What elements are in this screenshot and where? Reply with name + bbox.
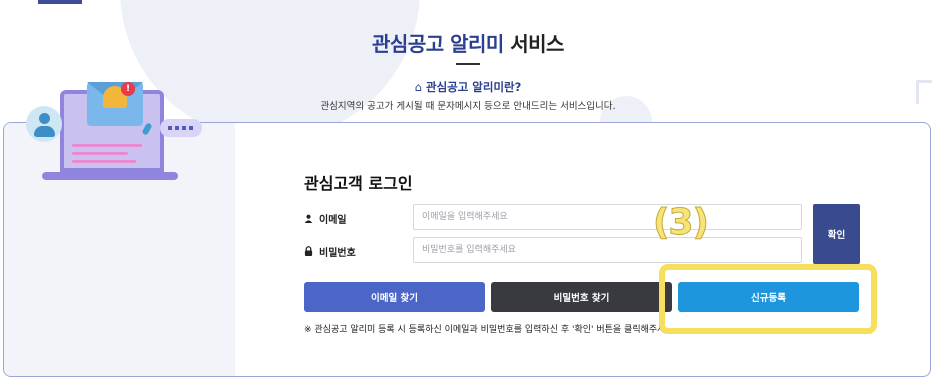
- user-avatar-icon: [26, 106, 62, 142]
- find-password-button[interactable]: 비밀번호 찾기: [491, 282, 672, 312]
- confirm-button[interactable]: 확인: [813, 204, 860, 264]
- alert-badge: !: [121, 82, 135, 96]
- email-input[interactable]: [413, 204, 802, 230]
- find-email-button[interactable]: 이메일 찾기: [304, 282, 485, 312]
- annotation-step-label: (3): [653, 202, 710, 244]
- background-tab-decoration: [38, 0, 82, 4]
- typing-dots: [168, 126, 196, 130]
- home-icon: ⌂: [414, 80, 422, 94]
- screen-line: [72, 152, 128, 155]
- annotation-highlight-box: [659, 264, 877, 334]
- avatar-body: [34, 126, 55, 137]
- laptop-base-illustration: [42, 172, 178, 180]
- chat-bubble-icon: [160, 119, 202, 137]
- password-input[interactable]: [413, 237, 802, 263]
- person-icon: [304, 214, 314, 226]
- email-label: 이메일: [304, 211, 347, 226]
- avatar-head: [39, 113, 50, 124]
- screen-line: [72, 160, 136, 163]
- screen-line: [72, 144, 142, 147]
- password-label: 비밀번호: [304, 244, 356, 259]
- lock-icon: [304, 246, 314, 259]
- login-notice: ※ 관심공고 알리미 등록 시 등록하신 이메일과 비밀번호를 입력하신 후 '…: [304, 325, 675, 335]
- page-title: 관심공고 알리미 서비스: [372, 32, 564, 56]
- login-title: 관심고객 로그인: [304, 174, 413, 193]
- title-divider: [456, 63, 480, 65]
